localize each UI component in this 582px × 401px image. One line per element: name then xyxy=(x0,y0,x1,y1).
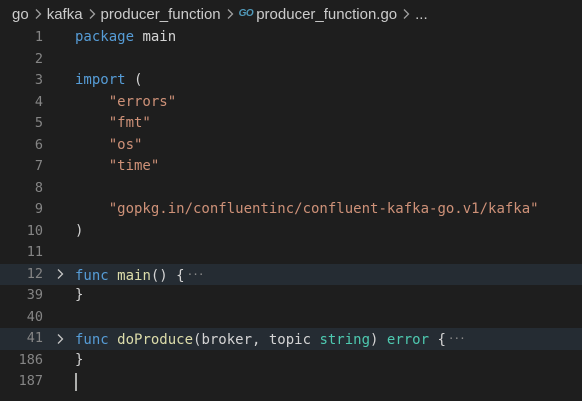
code-token: ( xyxy=(125,72,143,88)
line-number: 39 xyxy=(26,287,43,303)
code-text: func main() {··· xyxy=(75,264,205,288)
code-line[interactable]: 9 "gopkg.in/confluentinc/confluent-kafka… xyxy=(0,199,582,221)
code-line[interactable]: 1 package main xyxy=(0,27,582,49)
code-token: } xyxy=(75,287,84,303)
code-token: "gopkg.in/confluentinc/confluent-kafka-g… xyxy=(108,201,539,217)
line-number: 8 xyxy=(34,179,43,196)
code-line[interactable]: 40 xyxy=(0,307,582,329)
chevron-right-icon xyxy=(84,8,100,20)
fold-chevron-icon[interactable] xyxy=(54,328,66,350)
code-text: "gopkg.in/confluentinc/confluent-kafka-g… xyxy=(75,199,539,221)
breadcrumb-more-symbols[interactable]: ... xyxy=(415,6,428,23)
folded-region-ellipsis[interactable]: ··· xyxy=(448,328,466,350)
code-text: "time" xyxy=(75,156,160,178)
code-token: ) xyxy=(75,222,84,239)
code-token: error xyxy=(386,332,430,348)
code-token: (broker, topic xyxy=(193,332,320,348)
line-number: 41 xyxy=(26,330,43,346)
code-token: doProduce xyxy=(117,332,194,348)
code-line[interactable]: 10) xyxy=(0,221,582,243)
line-number: 10 xyxy=(26,222,43,239)
code-text: } xyxy=(75,350,83,372)
line-number: 11 xyxy=(26,244,43,260)
code-token: main xyxy=(134,29,177,45)
breadcrumb: go kafka producer_function GO producer_f… xyxy=(0,0,582,28)
code-line[interactable]: 3 import ( xyxy=(0,70,582,92)
code-token: func xyxy=(75,267,109,284)
line-number: 1 xyxy=(34,29,43,45)
code-line[interactable]: 5 "fmt" xyxy=(0,113,582,135)
code-text: "fmt" xyxy=(75,113,151,135)
code-token: string xyxy=(319,332,371,348)
code-editor[interactable]: 1 package main 2 3 import (4 "errors" 5 "fmt"… xyxy=(0,27,582,401)
chevron-right-icon xyxy=(30,8,46,20)
code-line[interactable]: 41 func doProduce(broker, topic string) e… xyxy=(0,328,582,350)
breadcrumb-item-go[interactable]: go xyxy=(12,6,29,23)
code-line[interactable]: 39} xyxy=(0,285,582,307)
code-token: "fmt" xyxy=(108,115,151,131)
go-file-icon: GO xyxy=(238,8,254,19)
line-number: 12 xyxy=(26,265,43,282)
code-token: main xyxy=(117,267,151,284)
line-number: 4 xyxy=(34,93,43,110)
code-line[interactable]: 2 xyxy=(0,49,582,71)
code-token: func xyxy=(75,332,109,348)
line-number: 6 xyxy=(34,136,43,153)
breadcrumb-file-label: producer_function.go xyxy=(256,5,398,23)
code-text: ) xyxy=(75,221,83,243)
code-text: "os" xyxy=(75,135,143,157)
breadcrumb-item-producer-function[interactable]: producer_function xyxy=(101,6,221,23)
code-line[interactable]: 187 xyxy=(0,371,582,393)
code-line[interactable]: 4 "errors" xyxy=(0,92,582,114)
breadcrumb-item-file[interactable]: GO producer_function.go xyxy=(239,6,398,23)
code-text: "errors" xyxy=(75,92,176,114)
text-cursor xyxy=(75,373,77,391)
code-token: import xyxy=(75,72,126,88)
line-number: 7 xyxy=(34,158,43,174)
code-token: "os" xyxy=(108,136,143,153)
folded-region-ellipsis[interactable]: ··· xyxy=(187,264,205,286)
breadcrumb-item-kafka[interactable]: kafka xyxy=(47,6,83,23)
line-number: 2 xyxy=(34,50,43,67)
code-token: package xyxy=(75,29,135,45)
code-line[interactable]: 8 xyxy=(0,178,582,200)
code-token: "errors" xyxy=(108,93,177,110)
line-number: 3 xyxy=(34,72,43,88)
code-text: } xyxy=(75,285,83,307)
code-token: "time" xyxy=(108,158,160,174)
code-token: ) xyxy=(370,332,387,348)
code-token: { xyxy=(429,332,446,348)
code-text: package main xyxy=(75,27,176,49)
chevron-right-icon xyxy=(398,8,414,20)
line-number: 186 xyxy=(18,351,43,368)
chevron-right-icon xyxy=(222,8,238,20)
code-text: import ( xyxy=(75,70,142,92)
code-line[interactable]: 12 func main() {··· xyxy=(0,263,582,288)
code-line[interactable]: 6 "os" xyxy=(0,135,582,157)
code-token: () { xyxy=(150,267,185,284)
code-text: func doProduce(broker, topic string) err… xyxy=(75,328,466,352)
code-line[interactable]: 186} xyxy=(0,350,582,372)
code-line[interactable]: 7 "time" xyxy=(0,156,582,178)
code-token: } xyxy=(75,351,84,368)
line-number: 9 xyxy=(34,201,43,217)
line-number: 187 xyxy=(18,373,43,389)
line-number: 5 xyxy=(34,115,43,131)
fold-chevron-icon[interactable] xyxy=(54,264,66,286)
code-line[interactable]: 11 xyxy=(0,242,582,264)
line-number: 40 xyxy=(26,308,43,325)
